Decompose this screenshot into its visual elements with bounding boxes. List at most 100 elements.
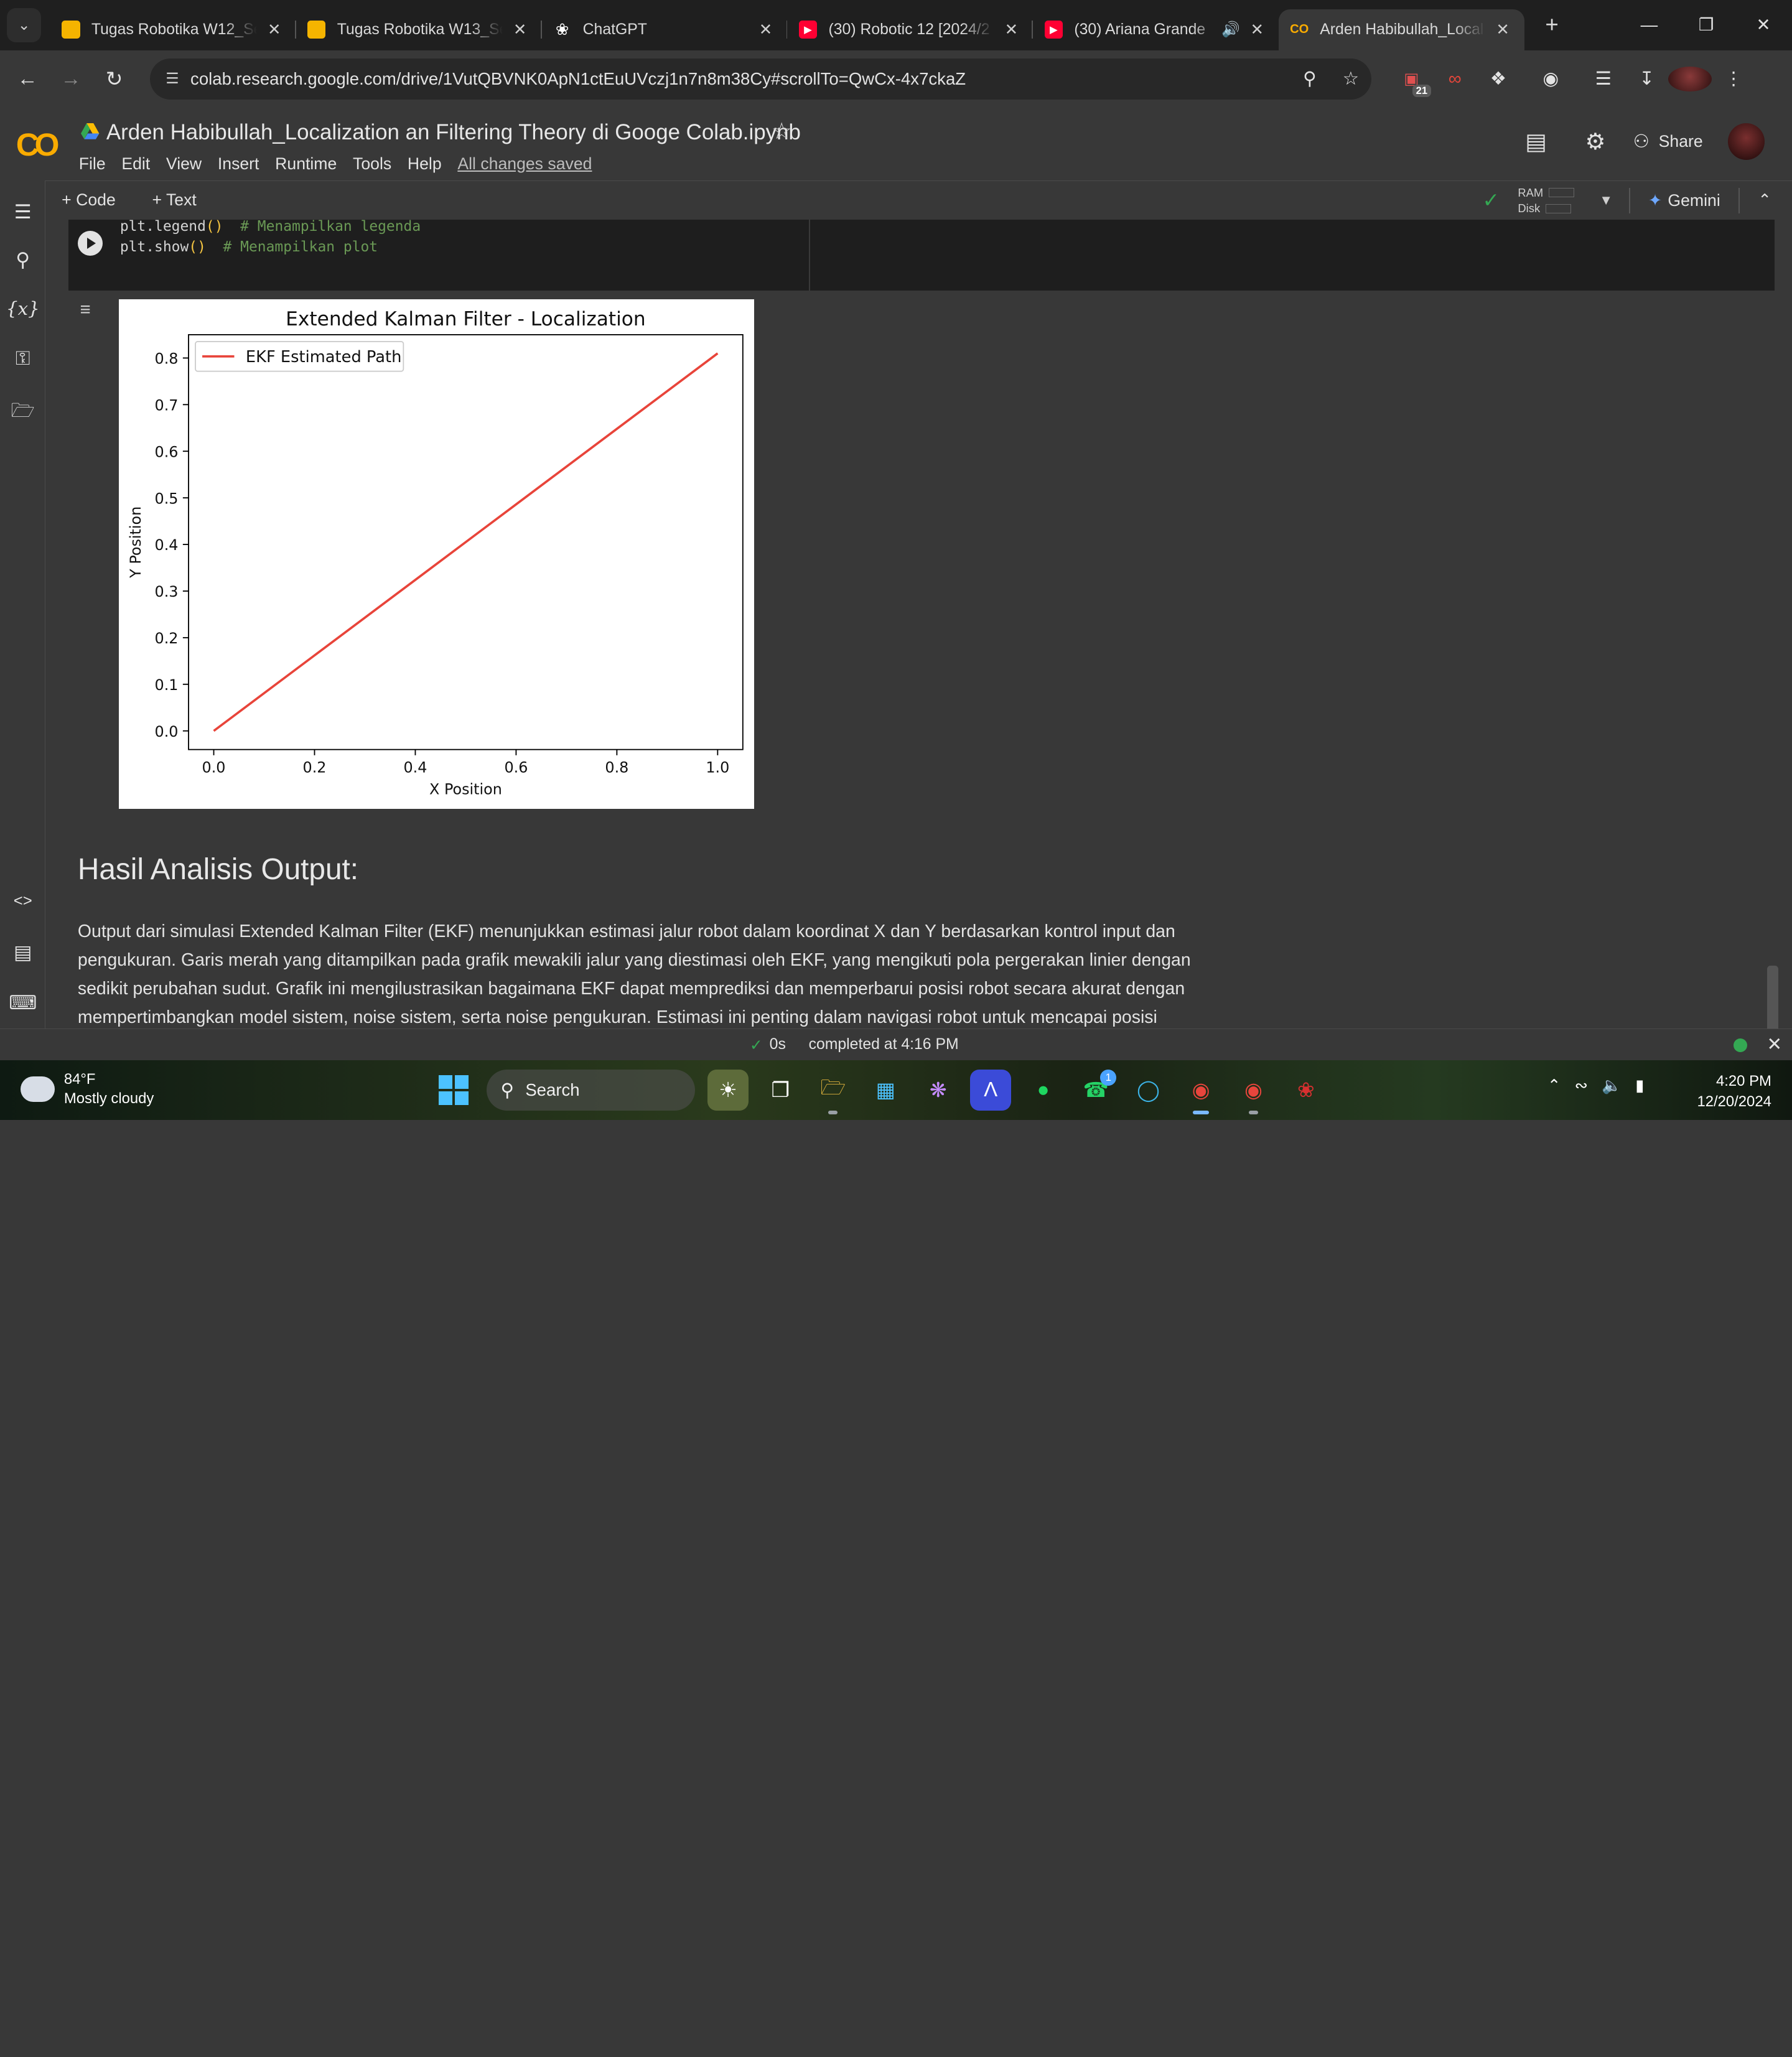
gemini-button[interactable]: ✦ Gemini [1648,191,1720,210]
infinity-extension-icon[interactable]: ∞ [1433,68,1477,90]
x-tick-label: 0.0 [202,759,226,777]
user-avatar[interactable] [1728,123,1765,161]
code-line-1[interactable]: plt.legend() # Menampilkan legenda [120,220,421,235]
add-code-cell-button[interactable]: + Code [62,190,134,210]
close-window-button[interactable]: ✕ [1735,0,1792,50]
menu-runtime[interactable]: Runtime [275,154,337,174]
tab-close-icon[interactable]: ✕ [1247,21,1267,39]
tab-search-button[interactable]: ⌄ [7,7,42,42]
minimize-button[interactable]: — [1620,0,1678,50]
restore-button[interactable]: ❐ [1678,0,1735,50]
chrome-icon[interactable]: ◉ [1180,1070,1221,1114]
resource-meter[interactable]: RAM Disk [1518,185,1574,217]
menu-tools[interactable]: Tools [353,154,391,174]
code-snippets-icon[interactable]: <> [0,892,45,910]
drive-icon[interactable] [81,123,100,140]
taskbar-apps: ⚲ Search ☀ ❐ 🗁 ▦ ❋ Λ ● ☎ 1 ◯ ◉ ◉ ❀ [439,1067,1332,1114]
execution-status[interactable]: ✓ 0s completed at 4:16 PM [750,1036,959,1055]
browser-tab[interactable]: Tugas Robotika W13_Se ✕ [296,9,542,50]
search-icon[interactable]: ⚲ [0,249,45,271]
tab-close-icon[interactable]: ✕ [755,21,776,39]
output-toggle-icon[interactable]: ≡ [80,299,91,320]
browser-tab[interactable]: ▶ (30) Robotic 12 [2024/2 ✕ [787,9,1034,50]
battery-icon[interactable]: ▮ [1635,1076,1644,1095]
terminal-icon[interactable]: ⌨ [0,992,45,1014]
menu-file[interactable]: File [79,154,106,174]
tab-close-icon[interactable]: ✕ [510,21,530,39]
copilot-icon[interactable]: ❋ [918,1070,959,1111]
ram-label: RAM [1518,185,1544,199]
puzzle-extensions-icon[interactable]: ❖ [1477,68,1520,90]
files-folder-icon[interactable]: 🗁 [0,396,45,429]
menu-edit[interactable]: Edit [121,154,150,174]
widgets-app-icon[interactable]: ☀ [707,1070,749,1111]
file-explorer-icon[interactable]: 🗁 [813,1070,854,1114]
task-view-icon[interactable]: ❐ [760,1070,801,1111]
start-windows-icon[interactable] [439,1075,469,1106]
save-status-link[interactable]: All changes saved [457,154,592,174]
reload-button[interactable]: ↻ [93,58,136,100]
notebook-title[interactable]: Arden Habibullah_Localization an Filteri… [106,120,801,145]
spotify-icon[interactable]: ● [1023,1070,1064,1111]
tab-close-icon[interactable]: ✕ [1001,21,1022,39]
settings-gear-icon[interactable]: ⚙ [1574,128,1617,155]
menu-help[interactable]: Help [408,154,442,174]
y-tick-label: 0.5 [155,490,179,508]
menu-view[interactable]: View [166,154,202,174]
code-line-2[interactable]: plt.show() # Menampilkan plot [120,239,378,255]
taskbar-clock[interactable]: 4:20 PM 12/20/2024 [1691,1071,1771,1112]
address-bar[interactable]: ☰ colab.research.google.com/drive/1VutQB… [149,58,1372,100]
collapse-header-icon[interactable]: ⌃ [1758,191,1771,210]
star-icon[interactable]: ☆ [772,118,792,144]
command-palette-icon[interactable]: ▤ [0,941,45,964]
whatsapp-icon[interactable]: ☎ 1 [1075,1070,1117,1111]
screenshot-icon[interactable]: ◉ [1529,68,1572,90]
menu-insert[interactable]: Insert [218,154,259,174]
wifi-icon[interactable]: ∾ [1574,1076,1588,1095]
volume-icon[interactable]: 🔈 [1602,1076,1622,1095]
run-cell-button[interactable] [77,231,103,256]
browser-menu-icon[interactable]: ⋮ [1712,68,1755,90]
zoom-icon[interactable]: ⚲ [1289,68,1330,90]
download-icon[interactable]: ↧ [1625,68,1669,90]
taskbar-search[interactable]: ⚲ Search [487,1070,695,1111]
secrets-key-icon[interactable]: ⚿ [0,347,45,370]
search-label: Search [525,1080,580,1100]
browser-tab[interactable]: CO Arden Habibullah_Local ✕ [1279,9,1525,50]
bookmark-star-icon[interactable]: ☆ [1330,68,1371,90]
code-editor-icon[interactable]: Λ [970,1070,1012,1111]
browser-tab[interactable]: Tugas Robotika W12_Se ✕ [50,9,296,50]
code-cell[interactable]: plt.legend() # Menampilkan legenda plt.s… [68,219,1775,291]
browser-profile-avatar[interactable] [1668,66,1712,91]
ladybug-app-icon[interactable]: ❀ [1286,1070,1327,1111]
colab-logo[interactable]: CO [16,126,60,163]
media-queue-icon[interactable]: ☰ [1582,68,1625,90]
variables-icon[interactable]: {x} [0,298,45,319]
weather-widget[interactable]: 84°F Mostly cloudy [18,1070,154,1108]
x-tick-label: 0.8 [605,759,628,777]
table-of-contents-icon[interactable]: ☰ [0,201,45,223]
browser-tab[interactable]: ▶ (30) Ariana Grande 🔊 ✕ [1033,9,1279,50]
scrollbar-thumb[interactable] [1766,966,1778,1029]
url-text[interactable]: colab.research.google.com/drive/1VutQBVN… [190,69,1289,89]
comment-icon[interactable]: ▤ [1514,128,1558,155]
y-tick-label: 0.2 [155,630,179,647]
tab-close-icon[interactable]: ✕ [264,21,284,39]
close-status-icon[interactable]: ✕ [1767,1033,1783,1055]
tray-chevron-up-icon[interactable]: ⌃ [1547,1076,1561,1095]
tab-audio-icon[interactable]: 🔊 [1221,21,1240,39]
edge-icon[interactable]: ◯ [1127,1070,1169,1111]
browser-tab[interactable]: ❀ ChatGPT ✕ [542,9,788,50]
share-button[interactable]: ⚇ Share [1633,131,1703,152]
extension-badge-icon[interactable]: ▣ 21 [1389,70,1433,98]
runtime-dropdown-icon[interactable]: ▼ [1599,192,1613,208]
tab-close-icon[interactable]: ✕ [1493,21,1513,39]
site-info-icon[interactable]: ☰ [166,70,179,88]
back-button[interactable]: ← [6,58,49,100]
add-text-cell-button[interactable]: + Text [152,190,215,210]
weather-text: 84°F Mostly cloudy [64,1070,154,1108]
microsoft-store-icon[interactable]: ▦ [865,1070,906,1111]
new-tab-button[interactable]: + [1536,12,1567,38]
chrome-profile-icon[interactable]: ◉ [1233,1070,1274,1114]
forward-button[interactable]: → [49,58,93,100]
